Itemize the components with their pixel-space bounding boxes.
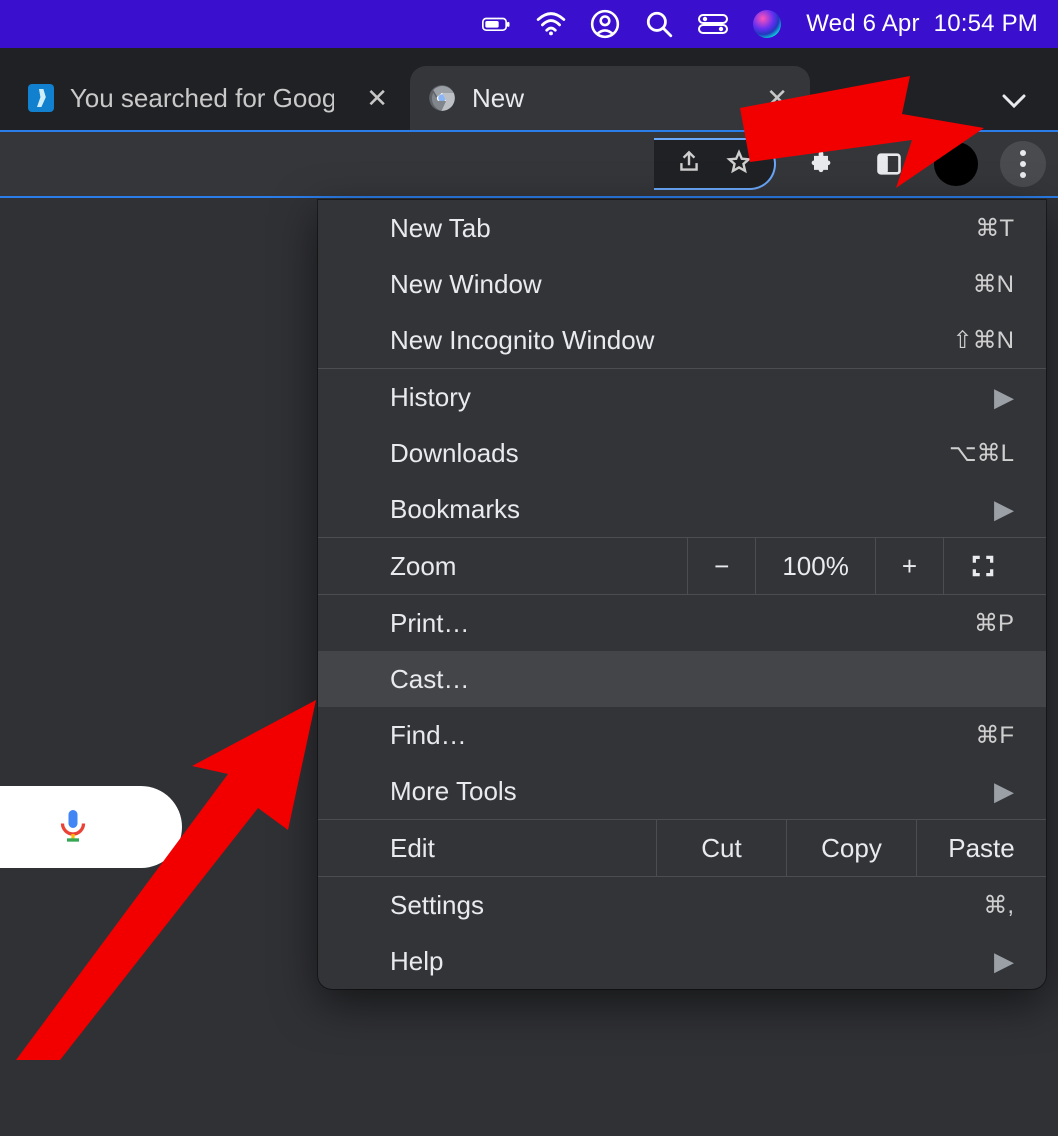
fullscreen-button[interactable]	[944, 538, 1022, 594]
menu-label: Bookmarks	[390, 494, 994, 525]
chrome-overflow-menu: New Tab ⌘T New Window ⌘N New Incognito W…	[318, 200, 1046, 989]
favicon-icon	[28, 84, 54, 112]
menu-shortcut: ⌘N	[973, 270, 1014, 299]
menu-edit-row: Edit Cut Copy Paste	[318, 820, 1046, 876]
menu-label: Find…	[390, 720, 975, 751]
control-center-icon[interactable]	[698, 9, 728, 39]
menu-history[interactable]: History ▶	[318, 369, 1046, 425]
chrome-menu-button[interactable]	[1000, 141, 1046, 187]
menu-label: New Incognito Window	[390, 325, 953, 356]
menu-label: More Tools	[390, 776, 994, 807]
browser-toolbar	[0, 130, 1058, 196]
menu-label: New Tab	[390, 213, 975, 244]
tab-title: New Tab	[472, 83, 526, 114]
menu-bookmarks[interactable]: Bookmarks ▶	[318, 481, 1046, 537]
menu-label: Zoom	[390, 551, 687, 582]
menu-zoom: Zoom − 100% +	[318, 538, 1046, 594]
extensions-icon[interactable]	[798, 141, 844, 187]
edit-cut-button[interactable]: Cut	[656, 820, 786, 876]
menu-label: Edit	[318, 820, 656, 876]
voice-search-icon[interactable]	[55, 807, 91, 848]
tab-item-0[interactable]: You searched for Google ✕	[10, 66, 410, 130]
menu-label: History	[390, 382, 994, 413]
menu-downloads[interactable]: Downloads ⌥⌘L	[318, 425, 1046, 481]
user-icon[interactable]	[590, 9, 620, 39]
menu-shortcut: ⌘P	[974, 609, 1014, 638]
chrome-favicon-icon	[428, 84, 456, 112]
menu-print[interactable]: Print… ⌘P	[318, 595, 1046, 651]
menu-label: Cast…	[390, 664, 1014, 695]
submenu-arrow-icon: ▶	[994, 494, 1014, 525]
spotlight-icon[interactable]	[644, 9, 674, 39]
profile-avatar[interactable]	[934, 142, 978, 186]
menu-shortcut: ⌥⌘L	[949, 439, 1014, 468]
submenu-arrow-icon: ▶	[994, 382, 1014, 413]
menubar-time-text: 10:54 PM	[934, 10, 1038, 38]
menu-incognito[interactable]: New Incognito Window ⇧⌘N	[318, 312, 1046, 368]
macos-menubar: Wed 6 Apr 10:54 PM	[0, 0, 1058, 48]
tab-item-1[interactable]: New Tab ✕	[410, 66, 810, 130]
menu-shortcut: ⌘F	[975, 721, 1014, 750]
tab-strip: You searched for Google ✕ New Tab ✕ ＋	[0, 48, 1058, 130]
google-search-pill[interactable]	[0, 786, 182, 868]
new-tab-button[interactable]: ＋	[838, 74, 886, 122]
menu-settings[interactable]: Settings ⌘,	[318, 877, 1046, 933]
menu-new-window[interactable]: New Window ⌘N	[318, 256, 1046, 312]
menu-cast[interactable]: Cast…	[318, 651, 1046, 707]
siri-icon[interactable]	[752, 9, 782, 39]
tab-close-button[interactable]: ✕	[362, 79, 392, 118]
menubar-date-text: Wed 6 Apr	[806, 10, 919, 38]
menubar-datetime[interactable]: Wed 6 Apr 10:54 PM	[806, 10, 1038, 38]
submenu-arrow-icon: ▶	[994, 776, 1014, 807]
zoom-out-button[interactable]: −	[688, 538, 756, 594]
bookmark-star-icon[interactable]	[726, 149, 752, 180]
edit-paste-button[interactable]: Paste	[916, 820, 1046, 876]
tab-list-dropdown[interactable]	[1000, 91, 1028, 116]
menu-shortcut: ⌘T	[975, 214, 1014, 243]
edit-copy-button[interactable]: Copy	[786, 820, 916, 876]
menu-label: Downloads	[390, 438, 949, 469]
menu-label: Settings	[390, 890, 983, 921]
menu-find[interactable]: Find… ⌘F	[318, 707, 1046, 763]
menu-label: Help	[390, 946, 994, 977]
menu-help[interactable]: Help ▶	[318, 933, 1046, 989]
menu-new-tab[interactable]: New Tab ⌘T	[318, 200, 1046, 256]
omnibox-actions	[654, 138, 776, 190]
menu-label: New Window	[390, 269, 973, 300]
wifi-icon[interactable]	[536, 9, 566, 39]
side-panel-icon[interactable]	[866, 141, 912, 187]
tab-close-button[interactable]: ✕	[762, 79, 792, 118]
menu-shortcut: ⇧⌘N	[953, 326, 1014, 355]
share-icon[interactable]	[676, 149, 702, 180]
submenu-arrow-icon: ▶	[994, 946, 1014, 977]
tab-title: You searched for Google	[70, 83, 334, 114]
menu-more-tools[interactable]: More Tools ▶	[318, 763, 1046, 819]
menu-shortcut: ⌘,	[983, 891, 1014, 920]
battery-icon[interactable]	[482, 9, 512, 39]
menu-label: Print…	[390, 608, 974, 639]
zoom-in-button[interactable]: +	[876, 538, 944, 594]
zoom-value: 100%	[756, 538, 876, 594]
